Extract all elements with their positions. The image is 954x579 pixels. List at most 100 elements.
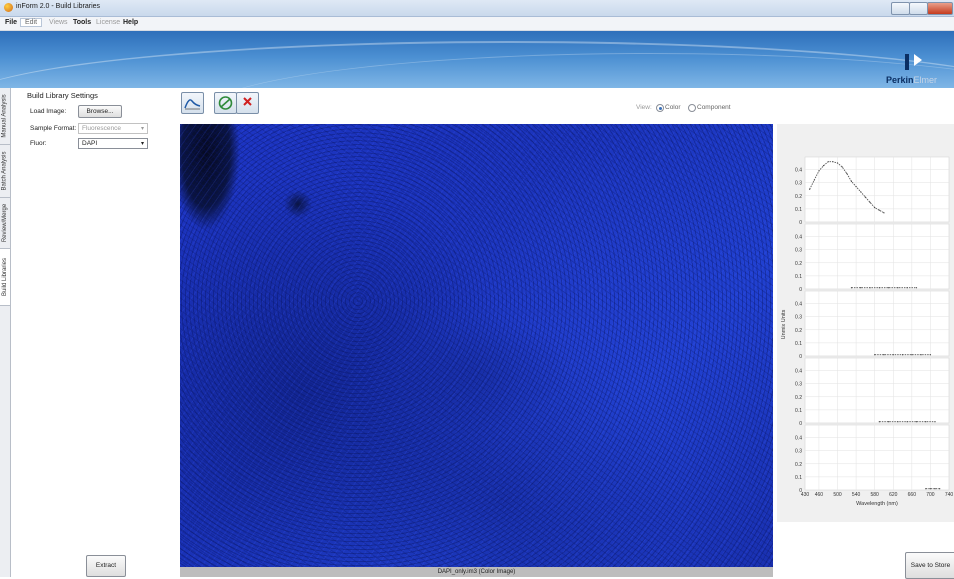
sample-format-label: Sample Format:	[30, 125, 77, 132]
y-tick-label: 0	[799, 287, 802, 293]
data-point	[850, 287, 853, 289]
chart-panel-bg	[804, 357, 950, 424]
data-point	[929, 488, 932, 490]
brand-logo-text: PerkinElmer	[886, 75, 937, 85]
x-axis-label: Wavelength (nm)	[856, 501, 898, 507]
sample-format-select: Fluorescence ▾	[78, 123, 148, 134]
chart-panel-bg	[804, 223, 950, 290]
y-tick-label: 0.2	[795, 328, 802, 334]
view-color-radio[interactable]	[656, 104, 664, 112]
data-point	[915, 287, 918, 289]
y-tick-label: 0.3	[795, 181, 802, 187]
x-tick-label: 620	[889, 492, 898, 498]
view-color-label: Color	[665, 104, 681, 111]
y-tick-label: 0.2	[795, 395, 802, 401]
x-tick-label: 580	[871, 492, 880, 498]
no-draw-button[interactable]	[214, 92, 237, 114]
data-point	[878, 287, 880, 289]
y-tick-label: 0.4	[795, 302, 802, 308]
save-to-store-button[interactable]: Save to Store	[905, 552, 954, 579]
header-banner	[0, 31, 954, 88]
tab-label: Review/Merge	[2, 203, 9, 243]
tab-build-libraries[interactable]: Build Libraries	[0, 249, 10, 306]
menu-file[interactable]: File	[5, 19, 17, 26]
data-point	[897, 287, 899, 289]
data-point	[897, 421, 899, 423]
y-tick-label: 0.1	[795, 207, 802, 213]
spectrum-curve-icon	[184, 99, 201, 110]
y-tick-label: 0	[799, 421, 802, 427]
window-title-bar: inForm 2.0 - Build Libraries	[0, 0, 954, 17]
chevron-down-icon: ▾	[140, 141, 144, 147]
close-button[interactable]	[927, 2, 953, 15]
chevron-down-icon: ▾	[140, 126, 144, 132]
data-point	[906, 287, 908, 289]
data-point	[860, 287, 862, 289]
y-tick-label: 0.4	[795, 369, 802, 375]
x-tick-label: 460	[815, 492, 824, 498]
chart-panel-bg	[804, 156, 950, 223]
data-point	[827, 161, 829, 163]
data-point	[874, 354, 876, 356]
fluor-select[interactable]: DAPI ▾	[78, 138, 148, 149]
y-axis-label: Unmix Units	[781, 309, 787, 339]
data-point	[906, 421, 908, 423]
data-point	[836, 162, 839, 164]
data-point	[883, 354, 885, 356]
menu-help[interactable]: Help	[123, 19, 138, 26]
image-caption-bar: DAPI_only.im3 (Color Image)	[180, 567, 773, 577]
brand-logo-text-faded: Elmer	[913, 75, 938, 85]
spectrum-curve-button[interactable]	[181, 92, 204, 114]
maximize-button[interactable]	[909, 2, 928, 15]
data-point	[888, 421, 890, 423]
settings-title: Build Library Settings	[27, 91, 98, 100]
y-tick-label: 0.3	[795, 449, 802, 455]
fluorescence-image[interactable]	[180, 124, 773, 567]
image-caption: DAPI_only.im3 (Color Image)	[437, 569, 516, 575]
menu-tools[interactable]: Tools	[73, 19, 91, 26]
y-tick-label: 0.3	[795, 315, 802, 321]
delete-button[interactable]	[236, 92, 259, 114]
tab-label: Build Libraries	[2, 257, 8, 297]
menu-views[interactable]: Views	[49, 19, 68, 26]
extract-button[interactable]: Extract	[86, 555, 126, 577]
data-point	[911, 354, 913, 356]
minimize-button[interactable]	[891, 2, 910, 15]
perkinelmer-logo-icon	[905, 54, 922, 70]
tab-label: Batch Analysis	[2, 151, 8, 191]
data-point	[925, 488, 927, 490]
data-point	[818, 170, 820, 172]
window-title: inForm 2.0 - Build Libraries	[16, 3, 101, 10]
data-point	[883, 212, 885, 214]
x-tick-label: 540	[852, 492, 861, 498]
data-point	[888, 287, 890, 289]
view-label: View:	[636, 104, 652, 111]
y-tick-label: 0.2	[795, 261, 802, 267]
spectrum-chart: 0 0.1 0.2 0.3 0.4 0 0.1 0.2 0.3 0.4 0 0.1 0.2 0.3 0.4 0…	[781, 156, 954, 507]
data-point	[934, 421, 936, 423]
menu-edit[interactable]: Edit	[20, 18, 43, 27]
data-point	[939, 488, 941, 490]
chart-panel-bg	[804, 290, 950, 357]
sample-format-value: Fluorescence	[82, 125, 122, 132]
data-point	[920, 354, 922, 356]
x-tick-label: 740	[945, 492, 954, 498]
y-tick-label: 0.3	[795, 248, 802, 254]
browse-button[interactable]: Browse...	[78, 105, 122, 118]
menu-license[interactable]: License	[96, 19, 120, 26]
spectrum-chart-panel: 0 0.1 0.2 0.3 0.4 0 0.1 0.2 0.3 0.4 0 0.1 0.2 0.3 0.4 0…	[777, 124, 954, 522]
y-tick-label: 0.4	[795, 235, 802, 241]
y-tick-label: 0.1	[795, 408, 802, 414]
data-point	[892, 354, 894, 356]
brand-logo-text-main: Perkin	[886, 75, 914, 85]
data-point	[869, 201, 871, 203]
y-tick-label: 0.1	[795, 341, 802, 347]
tab-batch-analysis[interactable]: Batch Analysis	[0, 145, 10, 198]
y-tick-label: 0.1	[795, 475, 802, 481]
tab-review-merge[interactable]: Review/Merge	[0, 198, 10, 249]
y-tick-label: 0.4	[795, 168, 802, 174]
view-component-radio[interactable]	[688, 104, 696, 112]
data-point	[869, 287, 871, 289]
y-tick-label: 0.4	[795, 436, 802, 442]
tab-manual-analysis[interactable]: Manual Analysis	[0, 88, 10, 145]
